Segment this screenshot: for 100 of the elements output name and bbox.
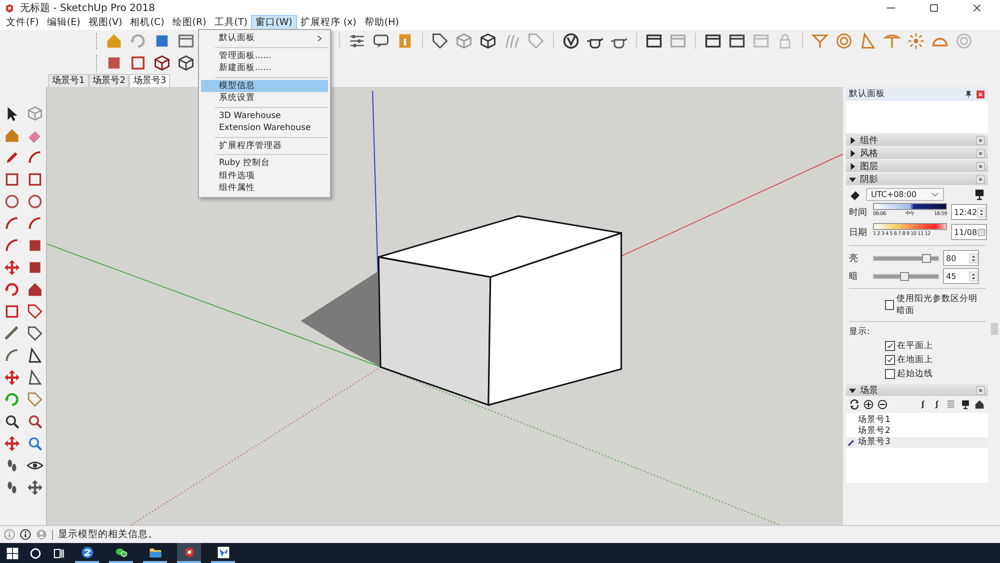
- menu-item[interactable]: Ruby 控制台: [201, 157, 328, 170]
- scene-list-item[interactable]: 场景号3: [846, 437, 988, 448]
- spinner-icon[interactable]: [969, 270, 978, 282]
- cone-icon[interactable]: [26, 369, 44, 386]
- move-arrows-icon[interactable]: [3, 369, 21, 386]
- pin-icon[interactable]: [964, 90, 973, 98]
- chat-icon[interactable]: [372, 32, 390, 50]
- scene-tab[interactable]: 场景号3: [129, 74, 170, 87]
- line-icon[interactable]: [3, 325, 21, 342]
- scene-tab[interactable]: 场景号2: [88, 74, 130, 87]
- target-icon[interactable]: [835, 32, 853, 50]
- search-ring-icon[interactable]: [29, 546, 42, 560]
- menu-item[interactable]: 组件选项: [201, 170, 328, 182]
- cube-icon[interactable]: [177, 54, 195, 72]
- menu-item[interactable]: 管理面板......: [201, 50, 328, 62]
- window-icon[interactable]: [728, 32, 746, 50]
- expand-triangle-icon[interactable]: [849, 136, 856, 144]
- scene-list-item[interactable]: 场景号2: [846, 426, 988, 437]
- funnel-icon[interactable]: [811, 32, 829, 50]
- checkbox[interactable]: [885, 369, 895, 379]
- menu-item[interactable]: 3D Warehouse: [201, 110, 328, 122]
- shape-icon[interactable]: [26, 391, 44, 408]
- tag-icon[interactable]: [431, 32, 449, 50]
- menu-item[interactable]: Extension Warehouse: [201, 122, 328, 134]
- info-icon[interactable]: [20, 529, 31, 540]
- menu-item[interactable]: 窗口(W): [252, 16, 296, 30]
- rotate-arrow-icon[interactable]: [3, 391, 21, 408]
- monitor-icon[interactable]: [973, 188, 986, 201]
- menu-item[interactable]: 模型信息: [201, 80, 328, 92]
- checkbox[interactable]: [885, 300, 894, 310]
- search-icon[interactable]: [26, 413, 44, 430]
- close-icon[interactable]: [976, 386, 985, 394]
- scrollbar-thumb[interactable]: [991, 323, 998, 335]
- folder-icon[interactable]: [148, 546, 162, 558]
- slider-thumb[interactable]: [922, 254, 932, 262]
- menu-item[interactable]: 默认面板: [201, 32, 328, 44]
- sliders-icon[interactable]: [348, 32, 366, 50]
- lamp-icon[interactable]: [883, 32, 901, 50]
- window-icon[interactable]: [645, 32, 663, 50]
- remove-icon[interactable]: [877, 399, 888, 410]
- spinner-icon[interactable]: [969, 252, 978, 264]
- expand-triangle-icon[interactable]: [849, 150, 856, 156]
- grid-icon[interactable]: [129, 54, 147, 72]
- task-view-icon[interactable]: [52, 546, 65, 560]
- menu-item[interactable]: 绘图(R): [168, 16, 210, 30]
- move-arrows-icon[interactable]: [3, 259, 21, 276]
- panel-section-header[interactable]: 组件: [846, 134, 988, 146]
- shape-icon[interactable]: [26, 325, 44, 342]
- slider-thumb[interactable]: [900, 272, 909, 280]
- close-icon[interactable]: [976, 136, 985, 144]
- add-icon[interactable]: [863, 399, 874, 410]
- list-icon[interactable]: [946, 399, 957, 410]
- menu-item[interactable]: 编辑(E): [42, 16, 84, 30]
- value-field[interactable]: 12:42: [951, 204, 987, 220]
- shape-icon[interactable]: [26, 303, 44, 320]
- timezone-dropdown[interactable]: UTC+08:00: [866, 188, 944, 201]
- expand-triangle-icon[interactable]: [849, 176, 856, 182]
- panel-section-header[interactable]: 阴影: [846, 173, 988, 185]
- sun-icon[interactable]: [907, 32, 925, 50]
- spinner-icon[interactable]: [977, 206, 986, 218]
- monitor-icon[interactable]: [960, 399, 971, 410]
- value-field[interactable]: 45: [943, 268, 979, 284]
- window-icon[interactable]: [704, 32, 722, 50]
- expand-triangle-icon[interactable]: [849, 386, 856, 394]
- cone-icon[interactable]: [26, 347, 44, 364]
- square-icon[interactable]: [3, 303, 21, 320]
- app-logo-icon[interactable]: [182, 546, 196, 558]
- menu-item[interactable]: 扩展程序管理器: [201, 140, 328, 152]
- ball-icon[interactable]: [80, 546, 94, 558]
- menu-item[interactable]: 组件属性: [201, 182, 328, 194]
- square-icon[interactable]: [26, 171, 44, 188]
- circle-icon[interactable]: [3, 193, 21, 210]
- close-icon[interactable]: [976, 162, 985, 170]
- close-icon[interactable]: [972, 3, 982, 13]
- windows-logo-icon[interactable]: [6, 546, 19, 560]
- menu-item[interactable]: 视图(V): [84, 16, 126, 30]
- value-field[interactable]: 80: [943, 250, 979, 266]
- chat-bubbles-icon[interactable]: [114, 546, 128, 558]
- circle-icon[interactable]: [26, 193, 44, 210]
- menu-item[interactable]: 工具(T): [210, 16, 252, 30]
- search-icon[interactable]: [3, 413, 21, 430]
- v-circle-icon[interactable]: [562, 32, 580, 50]
- move-arrows-icon[interactable]: [26, 479, 44, 496]
- cube-icon[interactable]: [153, 54, 171, 72]
- refresh-icon[interactable]: [849, 399, 860, 410]
- checkbox[interactable]: [885, 341, 895, 351]
- scene-list-item[interactable]: 场景号1: [846, 415, 988, 426]
- scene-tab[interactable]: 场景号1: [48, 74, 89, 87]
- move-arrows-icon[interactable]: [3, 435, 21, 452]
- panel-section-header[interactable]: 图层: [846, 160, 988, 172]
- value-field[interactable]: 11/08: [951, 224, 987, 240]
- maximize-icon[interactable]: [929, 3, 939, 13]
- menu-item[interactable]: 系统设置: [201, 92, 328, 104]
- slider-track[interactable]: [873, 256, 939, 260]
- menu-item[interactable]: 扩展程序 (x): [296, 16, 360, 30]
- menu-item[interactable]: 帮助(H): [360, 16, 403, 30]
- panel-section-header[interactable]: 场景: [846, 384, 988, 396]
- pencil-icon[interactable]: [846, 438, 856, 448]
- menu-item[interactable]: 文件(F): [2, 16, 43, 30]
- bird-icon[interactable]: [216, 546, 230, 558]
